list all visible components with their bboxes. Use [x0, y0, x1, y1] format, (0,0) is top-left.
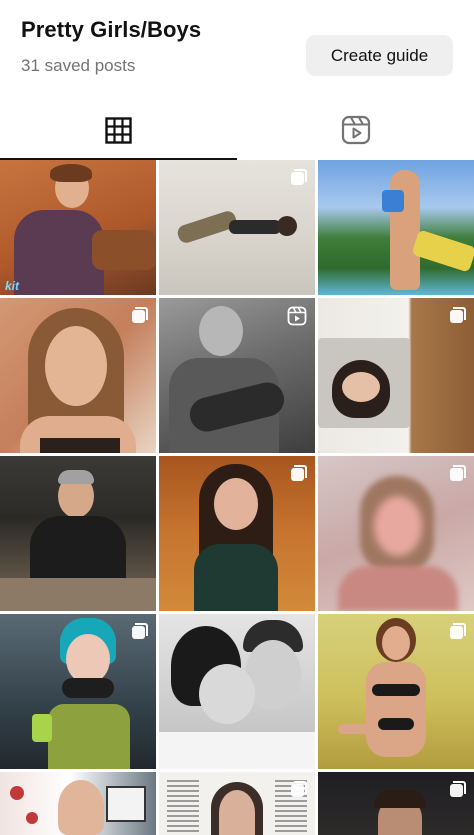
post-tile[interactable] [159, 456, 315, 611]
post-tile[interactable] [318, 456, 474, 611]
saved-posts-grid: kit [0, 160, 474, 835]
carousel-icon [132, 307, 148, 323]
post-tile[interactable] [159, 160, 315, 295]
carousel-icon [132, 623, 148, 639]
post-tile[interactable] [159, 298, 315, 453]
tab-reels[interactable] [237, 100, 474, 160]
post-tile[interactable] [0, 456, 156, 611]
post-tile[interactable] [159, 772, 315, 835]
post-tile[interactable] [0, 772, 156, 835]
create-guide-button[interactable]: Create guide [306, 35, 453, 76]
post-tile[interactable] [318, 772, 474, 835]
content-tabs [0, 100, 474, 160]
post-tile[interactable] [318, 614, 474, 769]
collection-title: Pretty Girls/Boys [21, 17, 202, 42]
post-tile[interactable] [0, 298, 156, 453]
watermark-text: kit [5, 279, 20, 293]
grid-icon [105, 116, 132, 144]
post-tile[interactable] [159, 614, 315, 769]
carousel-icon [450, 307, 466, 323]
carousel-icon [291, 781, 307, 797]
carousel-icon [291, 169, 307, 185]
post-tile[interactable] [318, 160, 474, 295]
post-tile[interactable]: kit [0, 160, 156, 295]
reel-icon [287, 306, 307, 326]
reels-icon [341, 115, 370, 145]
post-tile[interactable] [318, 298, 474, 453]
tab-grid[interactable] [0, 100, 237, 160]
saved-posts-count: 31 saved posts [21, 56, 136, 75]
carousel-icon [450, 465, 466, 481]
collection-header: Pretty Girls/Boys 31 saved posts Create … [0, 0, 474, 100]
carousel-icon [291, 465, 307, 481]
post-tile[interactable] [0, 614, 156, 769]
carousel-icon [450, 623, 466, 639]
carousel-icon [450, 781, 466, 797]
